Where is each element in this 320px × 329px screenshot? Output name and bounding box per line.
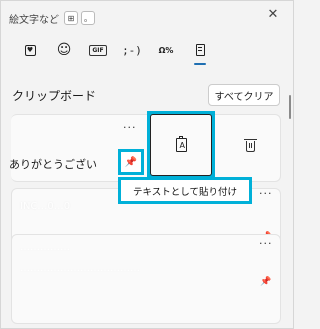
paste-as-text-tooltip-highlight: テキストとして貼り付け <box>118 177 252 204</box>
emoji-panel: 絵文字など ⊞ 。 ✕ ♥ ☺ GIF ;-) Ω% クリップボード すべてクリ… <box>0 0 294 329</box>
clipboard-paste-icon: A <box>175 136 187 152</box>
more-options-icon[interactable]: ··· <box>259 187 273 200</box>
clipboard-icon <box>195 44 205 56</box>
clip-item-3[interactable]: …………… ……………………………… ··· 📌 <box>11 234 281 324</box>
delete-button[interactable] <box>238 134 262 158</box>
clip-item-2-text: INC…0…0 <box>20 201 71 212</box>
close-button[interactable]: ✕ <box>264 5 282 23</box>
close-icon: ✕ <box>267 6 279 22</box>
heart-box-icon: ♥ <box>24 44 36 56</box>
pin-icon[interactable]: 📌 <box>260 277 271 287</box>
clipboard-heading: クリップボード <box>12 89 97 103</box>
scrollbar-thumb[interactable] <box>289 95 291 119</box>
category-tabs: ♥ ☺ GIF ;-) Ω% <box>13 37 217 65</box>
paste-as-text-tooltip: テキストとして貼り付け <box>121 180 249 201</box>
tab-favorites[interactable]: ♥ <box>13 37 47 63</box>
pin-button-highlight: 📌 <box>118 149 144 175</box>
paste-button-highlight: A <box>147 111 215 179</box>
more-options-icon[interactable]: ··· <box>123 121 137 134</box>
kaomoji-icon: ;-) <box>122 43 142 57</box>
tab-emoji[interactable]: ☺ <box>47 37 81 63</box>
tab-clipboard[interactable] <box>183 37 217 65</box>
symbols-icon: Ω% <box>158 45 174 55</box>
windows-key-icon: ⊞ <box>64 11 78 25</box>
panel-header: 絵文字など ⊞ 。 <box>9 9 95 27</box>
clip-item-1-text: ありがとうござい <box>9 158 97 171</box>
selected-tab-indicator <box>194 63 206 65</box>
period-key-icon: 。 <box>81 11 95 25</box>
panel-title: 絵文字など <box>9 14 59 26</box>
clip-item-3-text-line2: ……………………………… <box>20 263 140 274</box>
trash-icon <box>243 138 257 152</box>
pin-button[interactable]: 📌 <box>121 152 141 172</box>
smiley-icon: ☺ <box>56 42 72 58</box>
more-options-icon[interactable]: ··· <box>259 237 273 250</box>
clear-all-button[interactable]: すべてクリア <box>208 84 280 106</box>
tab-gif[interactable]: GIF <box>81 37 115 63</box>
tab-symbols[interactable]: Ω% <box>149 37 183 63</box>
clip-item-3-text: …………… <box>20 242 70 253</box>
tab-kaomoji[interactable]: ;-) <box>115 37 149 63</box>
gif-icon: GIF <box>89 44 107 56</box>
pin-icon: 📌 <box>124 156 138 168</box>
paste-as-text-button[interactable]: A <box>150 114 212 176</box>
